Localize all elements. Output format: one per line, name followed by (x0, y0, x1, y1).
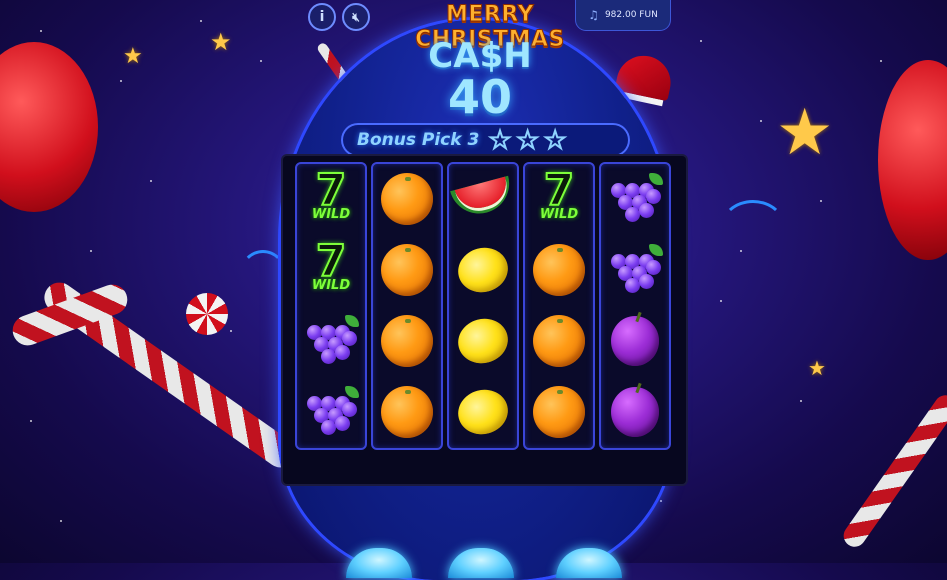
reel-cell (449, 377, 517, 447)
balance-value: 982.00 FUN (604, 10, 658, 20)
wild-symbol: 7 WILD (529, 168, 589, 229)
title-number: 40 (447, 70, 512, 124)
reel-cell (373, 235, 441, 305)
plum-symbol (611, 387, 659, 437)
bonus-stars: ★ ★ ★ (488, 126, 567, 154)
reel-4: 7 WILD (523, 162, 595, 450)
reel-cell (449, 306, 517, 376)
reel-cell (373, 377, 441, 447)
grapes-symbol (607, 244, 663, 296)
gold-star-icon: ★ (808, 356, 826, 380)
orange-symbol (533, 386, 585, 438)
info-icon: i (319, 9, 325, 25)
star-outline-icon: ★ (488, 126, 511, 154)
lemon-symbol (453, 242, 513, 298)
reel-cell (297, 306, 365, 376)
reel-cell (525, 377, 593, 447)
reel-cell (297, 377, 365, 447)
star-outline-icon: ★ (543, 126, 566, 154)
peppermint-candy (186, 293, 228, 335)
bonus-pick-bar: Bonus Pick 3 ★ ★ ★ (343, 125, 628, 155)
reel-cell (601, 306, 669, 376)
reel-cell (525, 235, 593, 305)
reel-cell (601, 235, 669, 305)
info-button[interactable]: i (308, 3, 336, 31)
orange-symbol (533, 315, 585, 367)
grapes-symbol (303, 386, 359, 438)
music-note-icon: ♫ (588, 8, 599, 22)
wild-symbol: 7 WILD (301, 168, 361, 229)
reel-5 (599, 162, 671, 450)
plum-symbol (611, 316, 659, 366)
reel-3 (447, 162, 519, 450)
reel-cell (601, 377, 669, 447)
orange-symbol (381, 173, 433, 225)
orange-symbol (381, 244, 433, 296)
lemon-symbol (453, 313, 513, 369)
blue-ribbon (720, 200, 786, 256)
blue-ribbon (240, 250, 286, 296)
wild-label: WILD (311, 207, 351, 222)
bonus-pick-label: Bonus Pick 3 (357, 130, 480, 150)
balance-display: ♫ 982.00 FUN (576, 0, 670, 30)
wild-label: WILD (539, 207, 579, 222)
reel-1: 7 WILD 7 WILD (295, 162, 367, 450)
orange-symbol (381, 315, 433, 367)
reel-cell (373, 164, 441, 234)
reel-cell: 7 WILD (297, 164, 365, 234)
speaker-muted-icon: 🔇︎ (352, 9, 360, 24)
wild-label: WILD (311, 278, 351, 293)
gold-star-icon: ★ (123, 44, 143, 69)
grapes-symbol (607, 173, 663, 225)
reel-cell: 7 WILD (297, 235, 365, 305)
reel-cell (449, 235, 517, 305)
reel-2 (371, 162, 443, 450)
reel-cell (525, 306, 593, 376)
wild-symbol: 7 WILD (301, 239, 361, 300)
reel-cell (449, 164, 517, 234)
lemon-symbol (453, 384, 513, 440)
reel-cell (601, 164, 669, 234)
orange-symbol (381, 386, 433, 438)
sound-toggle-button[interactable]: 🔇︎ (342, 3, 370, 31)
reel-grid: 7 WILD 7 WILD 7 WILD (283, 156, 686, 484)
gold-star-icon: ★ (210, 28, 232, 56)
watermelon-symbol (450, 175, 516, 221)
reel-cell (373, 306, 441, 376)
orange-symbol (533, 244, 585, 296)
grapes-symbol (303, 315, 359, 367)
star-outline-icon: ★ (516, 126, 539, 154)
reel-cell: 7 WILD (525, 164, 593, 234)
gold-star-icon: ★ (776, 96, 834, 170)
